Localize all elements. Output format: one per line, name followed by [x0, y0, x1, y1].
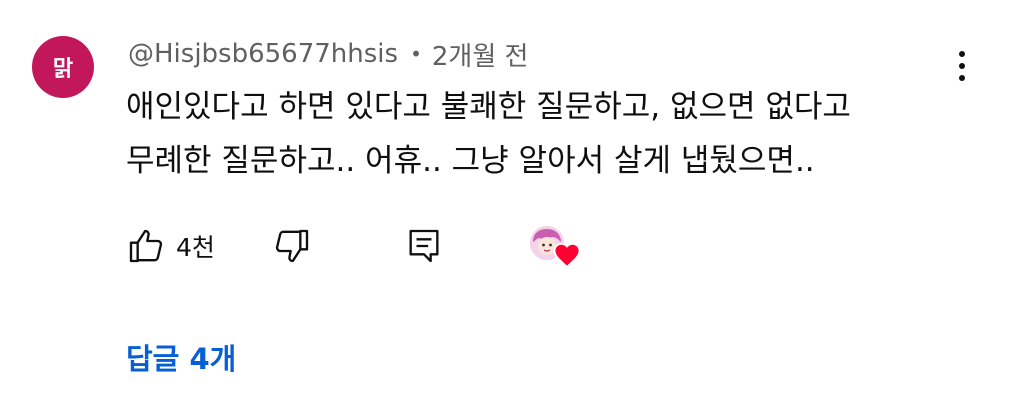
more-vertical-icon — [959, 51, 965, 57]
comment-header: @Hisjbsb65677hhsis • 2개월 전 — [128, 36, 528, 72]
heart-icon — [553, 242, 581, 269]
comment-text: 애인있다고 하면 있다고 불쾌한 질문하고, 없으면 없다고 무례한 질문하고.… — [126, 80, 966, 188]
separator-dot: • — [410, 42, 422, 66]
comment-line: 무례한 질문하고.. 어휴.. 그냥 알아서 살게 냅뒀으면.. — [126, 143, 815, 179]
comment-line: 애인있다고 하면 있다고 불쾌한 질문하고, 없으면 없다고 — [126, 89, 851, 125]
avatar-initial: 맑 — [52, 57, 74, 82]
more-vertical-icon-dot — [959, 63, 965, 69]
author-avatar[interactable]: 맑 — [32, 36, 94, 98]
author-name[interactable]: @Hisjbsb65677hhsis — [128, 39, 398, 69]
thumbs-down-icon — [275, 229, 309, 263]
view-replies-button[interactable]: 답글 4개 — [126, 336, 236, 378]
like-button[interactable]: 4천 — [126, 222, 215, 270]
like-count: 4천 — [176, 233, 215, 262]
creator-heart-badge — [530, 226, 582, 278]
comment-thread: 맑 @Hisjbsb65677hhsis • 2개월 전 애인있다고 하면 있다… — [0, 0, 1024, 408]
dislike-button[interactable] — [272, 222, 312, 270]
comment-reply-icon — [409, 229, 439, 263]
comment-time[interactable]: 2개월 전 — [432, 36, 529, 73]
reply-button[interactable] — [404, 222, 444, 270]
comment-actions: 4천 — [126, 222, 626, 270]
thumbs-up-icon — [129, 229, 163, 263]
